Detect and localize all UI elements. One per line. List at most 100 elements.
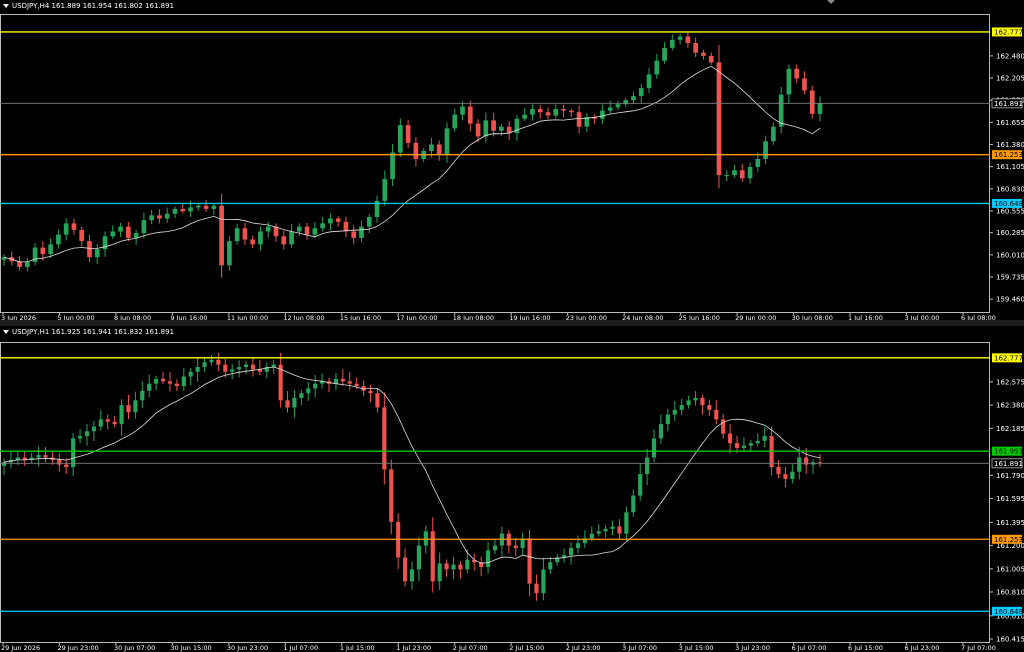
candle-body (409, 569, 415, 582)
candle-body (483, 120, 489, 137)
y-tick-label: 161.105 (996, 163, 1024, 171)
candle-body (164, 213, 170, 219)
candle-body (679, 405, 684, 410)
candle-body (126, 405, 131, 413)
candle-body (436, 144, 442, 155)
candle-body (343, 221, 349, 232)
candle-body (140, 390, 145, 401)
chevron-down-icon[interactable] (3, 4, 9, 8)
candle-body (340, 378, 345, 382)
candle-body (250, 239, 256, 245)
candle-body (451, 564, 456, 570)
candle-body (258, 231, 263, 245)
candle-body (596, 531, 601, 534)
x-tick-label: 30 Jun 07:00 (114, 644, 155, 652)
candle-body (195, 205, 201, 208)
h1-chart-svg[interactable]: 162.575 162.380 162.185 161.790 161.595 161.3… (0, 326, 1024, 652)
candle-body (188, 371, 193, 377)
candle-body (708, 55, 714, 63)
candle-body (157, 215, 162, 219)
candle-body (375, 393, 380, 408)
y-tick-label: 160.415 (996, 636, 1024, 644)
candle-body (413, 142, 419, 159)
level-price-label: 160.648 (994, 200, 1023, 208)
h4-chart-svg[interactable]: 162.480162.205161.930161.655161.380161.1… (0, 0, 1024, 320)
candle-body (707, 405, 712, 410)
candle-body (296, 226, 302, 232)
chevron-down-icon[interactable] (3, 330, 9, 334)
candle-body (188, 207, 193, 212)
level-price-label: 161.891 (994, 460, 1023, 468)
y-tick-label: 160.010 (996, 251, 1024, 259)
level-price-label: 162.777 (994, 28, 1023, 36)
y-tick-label: 161.655 (996, 119, 1024, 127)
candle-body (110, 231, 116, 237)
h1-chart-panel[interactable]: 162.575 162.380 162.185 161.790 161.595 161.3… (0, 326, 1024, 652)
candle-body (732, 170, 737, 176)
candle-body (335, 218, 341, 222)
candle-body (651, 438, 657, 458)
candle-body (320, 223, 325, 229)
candle-body (646, 74, 652, 89)
x-tick-label: 29 Jun 2026 (1, 644, 40, 652)
x-tick-label: 2 Jul 15:00 (509, 644, 544, 652)
candle-body (64, 464, 69, 467)
candle-body (79, 229, 85, 242)
candle-body (728, 433, 733, 444)
candle-body (273, 226, 279, 237)
candle-body (281, 236, 287, 245)
candle-body (368, 390, 373, 394)
candle-body (513, 545, 518, 548)
candle-body (548, 562, 553, 570)
candle-body (154, 378, 159, 384)
shift-marker-icon[interactable] (827, 0, 835, 4)
candle-body (71, 223, 77, 230)
candle-body (105, 419, 110, 422)
candle-body (460, 106, 465, 115)
candle-body (499, 126, 504, 131)
candle-body (790, 471, 795, 479)
candle-body (230, 369, 235, 372)
candle-body (216, 359, 221, 365)
candle-body (405, 125, 411, 143)
candle-body (762, 436, 767, 441)
candle-body (541, 569, 546, 594)
y-tick-label: 162.185 (996, 425, 1024, 433)
candle-body (237, 367, 242, 370)
candle-body (390, 152, 395, 180)
candle-body (603, 528, 608, 532)
candle-body (63, 223, 69, 235)
candle-body (615, 104, 621, 108)
candle-body (250, 364, 256, 370)
h4-chart-panel[interactable]: 162.480162.205161.930161.655161.380161.1… (0, 0, 1024, 320)
candle-body (48, 244, 53, 255)
candle-body (701, 52, 706, 56)
candle-body (84, 431, 90, 437)
candle-body (40, 247, 46, 255)
y-tick-label: 161.595 (996, 495, 1024, 503)
candle-body (174, 383, 179, 387)
candle-body (366, 216, 372, 227)
candle-body (211, 205, 217, 209)
level-price-label: 161.993 (994, 448, 1023, 456)
y-tick-label: 161.380 (996, 141, 1024, 149)
candle-body (638, 88, 644, 97)
h4-chart-header: USDJPY,H4 161.889 161.954 161.802 161.89… (3, 2, 174, 10)
candle-body (223, 364, 228, 372)
candle-body (693, 397, 698, 401)
candle-body (306, 388, 311, 394)
candle-body (87, 241, 92, 258)
candle-body (91, 426, 96, 432)
y-tick-label: 160.810 (996, 589, 1024, 597)
candle-body (359, 226, 364, 238)
x-tick-label: 2 Jul 23:00 (566, 644, 601, 652)
candle-body (685, 36, 691, 43)
candle-body (741, 445, 747, 448)
candle-body (243, 364, 249, 367)
candle-body (576, 112, 582, 127)
candle-body (118, 226, 123, 232)
candle-body (686, 400, 691, 406)
y-tick-label: 162.575 (996, 378, 1024, 386)
candle-body (382, 179, 388, 201)
candle-body (491, 120, 496, 131)
